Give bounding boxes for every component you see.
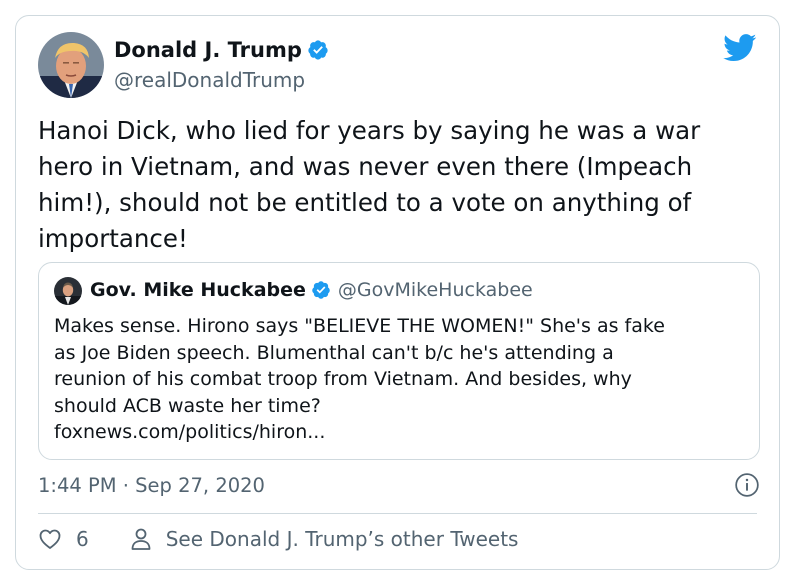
author-name[interactable]: Donald J. Trump xyxy=(114,38,302,62)
like-count: 6 xyxy=(76,527,89,551)
divider xyxy=(38,513,757,514)
quoted-tweet[interactable]: Gov. Mike Huckabee @GovMikeHuckabee Make… xyxy=(38,262,760,460)
verified-badge-icon xyxy=(308,40,328,60)
tweet-timestamp[interactable]: 1:44 PM · Sep 27, 2020 xyxy=(38,474,265,497)
heart-icon xyxy=(39,529,61,549)
person-icon xyxy=(131,528,151,550)
like-button[interactable]: 6 xyxy=(38,527,89,551)
quoted-author-avatar[interactable] xyxy=(54,277,82,305)
quoted-author-handle[interactable]: @GovMikeHuckabee xyxy=(338,279,533,301)
other-tweets-link[interactable]: See Donald J. Trump’s other Tweets xyxy=(130,527,519,551)
author-name-row[interactable]: Donald J. Trump xyxy=(114,38,329,62)
tweet-card: Donald J. Trump @realDonaldTrump Hanoi D… xyxy=(15,15,780,570)
tweet-actions: 6 See Donald J. Trump’s other Tweets xyxy=(38,527,518,551)
author-handle[interactable]: @realDonaldTrump xyxy=(114,68,305,92)
quoted-tweet-text: Makes sense. Hirono says "BELIEVE THE WO… xyxy=(54,315,665,443)
other-tweets-label: See Donald J. Trump’s other Tweets xyxy=(165,527,519,551)
twitter-bird-icon[interactable] xyxy=(723,34,757,62)
info-icon[interactable] xyxy=(734,472,760,498)
tweet-text: Hanoi Dick, who lied for years by saying… xyxy=(38,116,701,253)
quoted-author-name[interactable]: Gov. Mike Huckabee xyxy=(90,279,306,301)
verified-badge-icon xyxy=(312,281,330,299)
quoted-author-row: Gov. Mike Huckabee @GovMikeHuckabee xyxy=(90,279,533,301)
author-avatar[interactable] xyxy=(38,32,104,98)
